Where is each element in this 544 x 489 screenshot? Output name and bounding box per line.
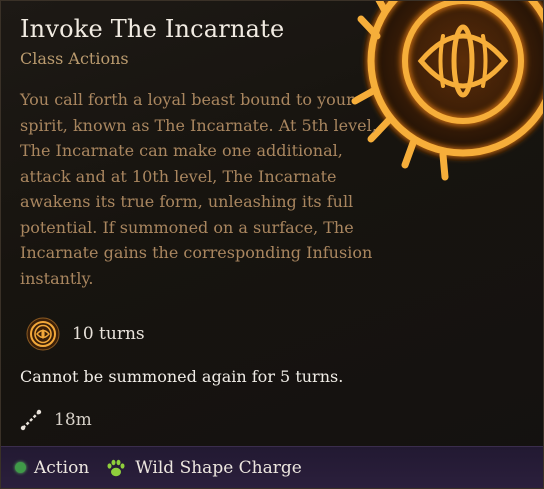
spell-category: Class Actions [20,49,129,68]
range-row: 18m [20,409,92,431]
action-cost-label: Action [34,457,90,478]
duration-text: 10 turns [72,324,145,344]
spell-tooltip: Invoke The Incarnate Class Actions You c… [0,0,544,489]
eye-emblem-icon [26,317,60,351]
range-ruler-icon [20,409,42,431]
range-text: 18m [54,410,92,430]
duration-row: 10 turns [26,317,145,351]
spell-description: You call forth a loyal beast bound to yo… [20,90,377,288]
cost-footer: Action Wild Shape Charge [1,446,543,488]
action-dot-icon [15,462,26,473]
resource-cost-label: Wild Shape Charge [135,457,302,478]
cooldown-text: Cannot be summoned again for 5 turns. [20,367,344,386]
paw-print-icon [107,459,125,476]
spell-title: Invoke The Incarnate [20,15,285,43]
